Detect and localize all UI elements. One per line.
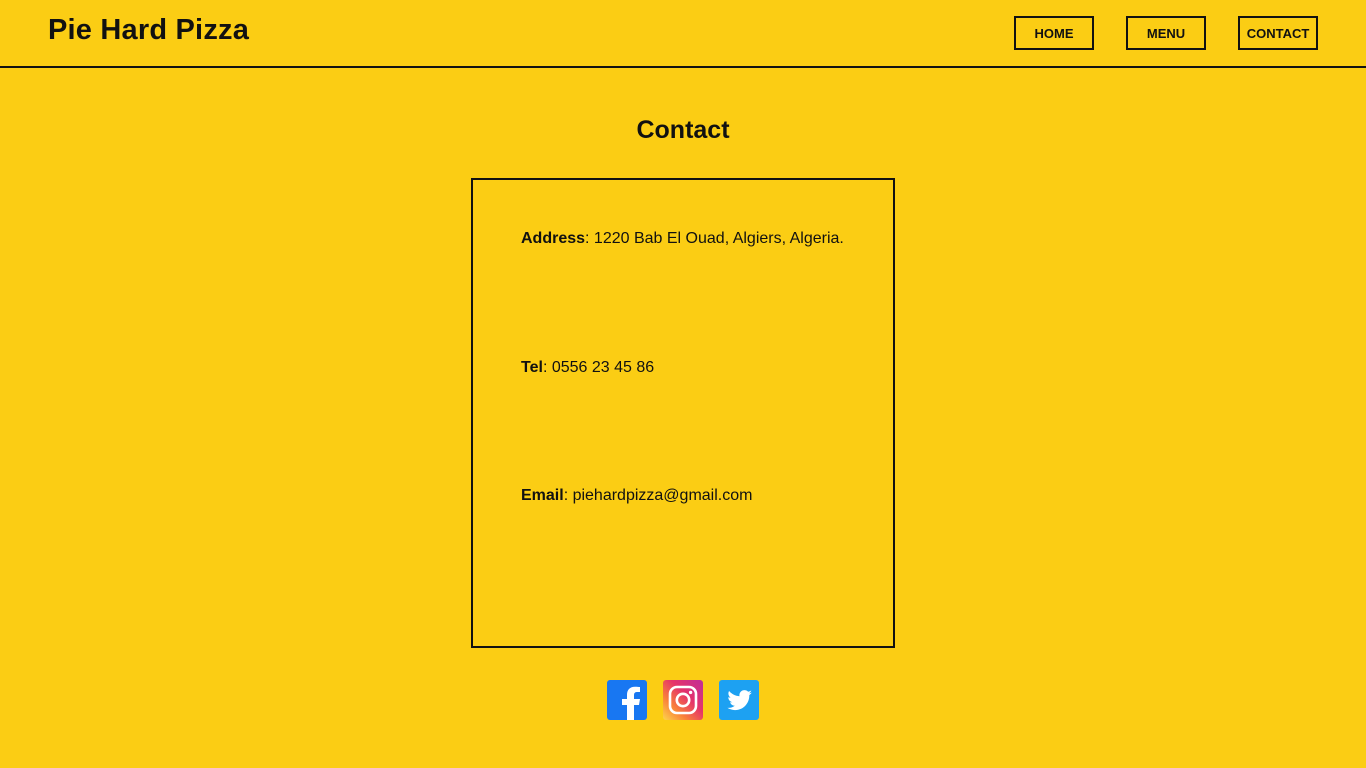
nav-contact-button[interactable]: CONTACT (1238, 16, 1318, 50)
contact-card: Address: 1220 Bab El Ouad, Algiers, Alge… (471, 178, 895, 648)
nav-home-button[interactable]: HOME (1014, 16, 1094, 50)
tel-label: Tel (521, 359, 543, 376)
site-header: Pie Hard Pizza HOME MENU CONTACT (0, 0, 1366, 68)
address-value: : 1220 Bab El Ouad, Algiers, Algeria. (585, 230, 844, 247)
twitter-icon[interactable] (719, 680, 759, 720)
brand-title[interactable]: Pie Hard Pizza (48, 14, 249, 47)
email-line: Email: piehardpizza@gmail.com (521, 487, 752, 505)
page-title: Contact (636, 116, 730, 144)
nav-menu-button[interactable]: MENU (1126, 16, 1206, 50)
address-label: Address (521, 230, 586, 247)
email-label: Email (521, 487, 564, 504)
tel-value: : 0556 23 45 86 (542, 359, 655, 376)
instagram-icon[interactable] (663, 680, 703, 720)
address-line: Address: 1220 Bab El Ouad, Algiers, Alge… (521, 230, 844, 248)
facebook-icon[interactable] (607, 680, 647, 720)
tel-line: Tel: 0556 23 45 86 (521, 359, 654, 377)
email-value: : piehardpizza@gmail.com (563, 487, 753, 504)
